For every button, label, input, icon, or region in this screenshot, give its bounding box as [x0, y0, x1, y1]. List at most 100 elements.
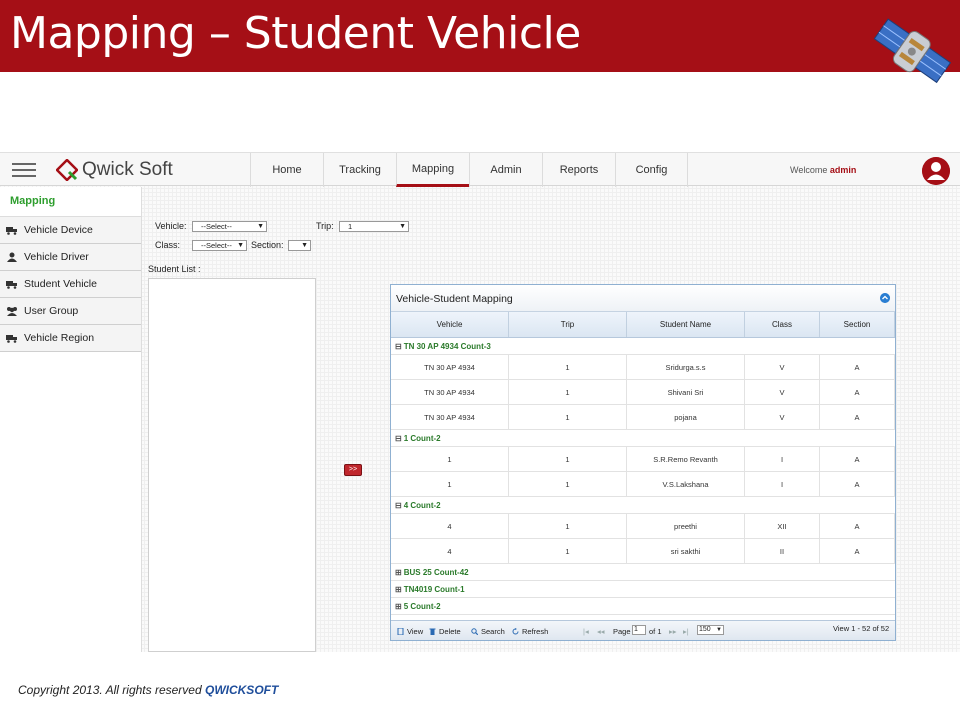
cell-class: V	[745, 380, 820, 404]
cell-section: A	[820, 380, 895, 404]
cell-class: XII	[745, 514, 820, 538]
student-list-box[interactable]	[148, 278, 316, 652]
prev-page-icon[interactable]: ◂◂	[597, 627, 605, 636]
trip-select[interactable]: 1 ▼	[339, 221, 409, 232]
class-select[interactable]: --Select-- ▼	[192, 240, 247, 251]
table-row[interactable]: 4 1 preethi XII A	[391, 514, 895, 539]
table-row[interactable]: 1 1 V.S.Lakshana I A	[391, 472, 895, 497]
cell-section: A	[820, 405, 895, 429]
slide-header: Mapping – Student Vehicle	[0, 0, 960, 72]
sidebar-item-label: Vehicle Device	[24, 224, 93, 236]
nav-mapping[interactable]: Mapping	[396, 153, 469, 187]
group-row[interactable]: ⊞ 5 Count-2	[391, 598, 895, 615]
welcome-prefix: Welcome	[790, 165, 830, 175]
collapse-icon[interactable]	[880, 293, 890, 303]
table-row[interactable]: 4 1 sri sakthi II A	[391, 539, 895, 564]
group-row[interactable]: ⊟ TN 30 AP 4934 Count-3	[391, 338, 895, 355]
main-nav: Home Tracking Mapping Admin Reports Conf…	[250, 153, 688, 187]
page-size-select[interactable]: 150 ▼	[697, 625, 724, 635]
cell-student-name: pojana	[627, 405, 745, 429]
section-select[interactable]: ▼	[288, 240, 311, 251]
column-header-vehicle[interactable]: Vehicle	[391, 312, 509, 337]
sidebar-item-vehicle-driver[interactable]: Vehicle Driver	[0, 244, 141, 271]
copyright-prefix: Copyright 2013. All rights reserved	[18, 683, 205, 697]
cell-vehicle: TN 30 AP 4934	[391, 355, 509, 379]
logo-text: Qwick Soft	[82, 159, 173, 180]
column-header-trip[interactable]: Trip	[509, 312, 627, 337]
group-row[interactable]: ⊟ 1 Count-2	[391, 430, 895, 447]
sidebar-item-user-group[interactable]: User Group	[0, 298, 141, 325]
search-button[interactable]: Search	[471, 627, 505, 636]
class-select-value: --Select--	[201, 241, 232, 250]
page-input[interactable]: 1	[632, 625, 646, 635]
first-page-icon[interactable]: |◂	[583, 627, 589, 636]
refresh-icon	[512, 628, 519, 635]
delete-button[interactable]: Delete	[429, 627, 461, 636]
sidebar-item-vehicle-device[interactable]: Vehicle Device	[0, 217, 141, 244]
vehicle-filter-label: Vehicle:	[155, 221, 187, 231]
app-logo[interactable]: Qwick Soft	[56, 157, 173, 183]
sidebar-heading: Mapping	[0, 187, 141, 217]
nav-admin[interactable]: Admin	[469, 153, 542, 187]
nav-tracking[interactable]: Tracking	[323, 153, 396, 187]
table-row[interactable]: 1 1 S.R.Remo Revanth I A	[391, 447, 895, 472]
menu-toggle-icon[interactable]	[12, 163, 36, 177]
nav-home[interactable]: Home	[250, 153, 323, 187]
refresh-button[interactable]: Refresh	[512, 627, 548, 636]
refresh-label: Refresh	[522, 627, 549, 636]
cell-trip: 1	[509, 380, 627, 404]
truck-icon	[6, 227, 17, 235]
collapse-group-icon[interactable]: ⊟	[395, 501, 402, 510]
users-icon	[7, 307, 17, 316]
group-row[interactable]: ⊟ 4 Count-2	[391, 497, 895, 514]
view-label: View	[407, 627, 424, 636]
records-info: View 1 - 52 of 52	[833, 624, 890, 633]
page-size-value: 150	[699, 626, 711, 633]
nav-reports[interactable]: Reports	[542, 153, 615, 187]
table-row[interactable]: TN 30 AP 4934 1 Sridurga.s.s V A	[391, 355, 895, 380]
sidebar-item-label: Vehicle Driver	[24, 251, 89, 263]
group-label: BUS 25 Count-42	[403, 568, 469, 577]
class-filter-label: Class:	[155, 240, 181, 250]
cell-trip: 1	[509, 514, 627, 538]
next-page-icon[interactable]: ▸▸	[669, 627, 677, 636]
nav-config[interactable]: Config	[615, 153, 688, 187]
cell-trip: 1	[509, 355, 627, 379]
cell-class: V	[745, 405, 820, 429]
vehicle-select[interactable]: --Select-- ▼	[192, 221, 267, 232]
expand-group-icon[interactable]: ⊞	[395, 568, 402, 577]
expand-group-icon[interactable]: ⊞	[395, 585, 402, 594]
cell-student-name: Shivani Sri	[627, 380, 745, 404]
cell-trip: 1	[509, 447, 627, 471]
view-button[interactable]: View	[397, 627, 423, 636]
collapse-group-icon[interactable]: ⊟	[395, 342, 402, 351]
person-icon	[7, 252, 17, 262]
cell-student-name: S.R.Remo Revanth	[627, 447, 745, 471]
last-page-icon[interactable]: ▸|	[683, 627, 689, 636]
sidebar-item-student-vehicle[interactable]: Student Vehicle	[0, 271, 141, 298]
table-row[interactable]: TN 30 AP 4934 1 pojana V A	[391, 405, 895, 430]
cell-trip: 1	[509, 405, 627, 429]
grid-title: Vehicle-Student Mapping	[396, 293, 513, 305]
group-label: TN4019 Count-1	[403, 585, 465, 594]
welcome-user: admin	[829, 165, 857, 175]
user-avatar-icon[interactable]	[922, 157, 950, 185]
table-row[interactable]: TN 30 AP 4934 1 Shivani Sri V A	[391, 380, 895, 405]
group-label: 5 Count-2	[403, 602, 441, 611]
column-header-student-name[interactable]: Student Name	[627, 312, 745, 337]
cell-vehicle: 4	[391, 514, 509, 538]
group-row[interactable]: ⊞ BUS 25 Count-42	[391, 564, 895, 581]
collapse-group-icon[interactable]: ⊟	[395, 434, 402, 443]
qwicksoft-logo-icon	[56, 159, 78, 181]
sidebar-item-vehicle-region[interactable]: Vehicle Region	[0, 325, 141, 352]
cell-vehicle: TN 30 AP 4934	[391, 380, 509, 404]
sidebar: Mapping Vehicle Device Vehicle Driver St…	[0, 187, 142, 652]
column-header-section[interactable]: Section	[820, 312, 895, 337]
delete-label: Delete	[439, 627, 461, 636]
slide-title: Mapping – Student Vehicle	[10, 8, 581, 59]
column-header-class[interactable]: Class	[745, 312, 820, 337]
move-right-button[interactable]: >>	[344, 464, 362, 476]
group-row[interactable]: ⊞ TN4019 Count-1	[391, 581, 895, 598]
student-list-label: Student List :	[148, 264, 201, 274]
expand-group-icon[interactable]: ⊞	[395, 602, 402, 611]
